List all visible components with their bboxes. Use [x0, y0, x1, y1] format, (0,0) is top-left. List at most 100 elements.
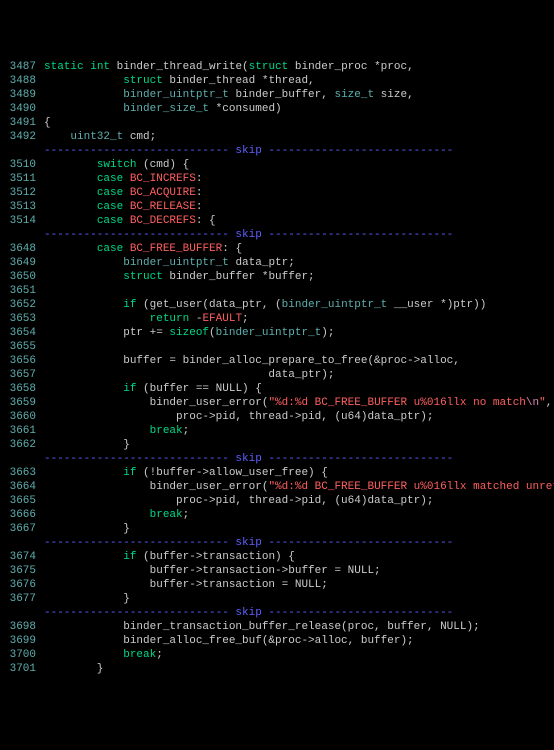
line-number: 3489 — [6, 88, 44, 102]
line-number: 3649 — [6, 256, 44, 270]
code-line: 3664 binder_user_error("%d:%d BC_FREE_BU… — [6, 480, 548, 494]
code-content: } — [44, 438, 548, 452]
code-line: 3648 case BC_FREE_BUFFER: { — [6, 242, 548, 256]
code-line: 3650 struct binder_buffer *buffer; — [6, 270, 548, 284]
code-line: 3674 if (buffer->transaction) { — [6, 550, 548, 564]
code-content: binder_alloc_free_buf(&proc->alloc, buff… — [44, 634, 548, 648]
code-content: buffer->transaction->buffer = NULL; — [44, 564, 548, 578]
code-content: } — [44, 662, 548, 676]
code-content: ---------------------------- skip ------… — [44, 536, 548, 550]
code-content: struct binder_thread *thread, — [44, 74, 548, 88]
line-number — [6, 144, 44, 158]
code-line: 3657 data_ptr); — [6, 368, 548, 382]
code-content: break; — [44, 508, 548, 522]
code-content: binder_user_error("%d:%d BC_FREE_BUFFER … — [44, 480, 554, 494]
code-content: } — [44, 522, 548, 536]
code-line: 3654 ptr += sizeof(binder_uintptr_t); — [6, 326, 548, 340]
line-number: 3514 — [6, 214, 44, 228]
code-line: 3651 — [6, 284, 548, 298]
code-content: ---------------------------- skip ------… — [44, 452, 548, 466]
code-content: case BC_INCREFS: — [44, 172, 548, 186]
line-number: 3699 — [6, 634, 44, 648]
line-number: 3698 — [6, 620, 44, 634]
code-content — [44, 340, 548, 354]
code-content: ---------------------------- skip ------… — [44, 144, 548, 158]
line-number: 3677 — [6, 592, 44, 606]
code-content: case BC_DECREFS: { — [44, 214, 548, 228]
line-number: 3488 — [6, 74, 44, 88]
code-line: 3663 if (!buffer->allow_user_free) { — [6, 466, 548, 480]
code-line: 3700 break; — [6, 648, 548, 662]
code-line: 3699 binder_alloc_free_buf(&proc->alloc,… — [6, 634, 548, 648]
code-content: data_ptr); — [44, 368, 548, 382]
line-number — [6, 606, 44, 620]
line-number: 3510 — [6, 158, 44, 172]
line-number: 3656 — [6, 354, 44, 368]
line-number: 3700 — [6, 648, 44, 662]
code-block: 3487static int binder_thread_write(struc… — [6, 60, 548, 676]
skip-separator: ---------------------------- skip ------… — [6, 606, 548, 620]
line-number: 3491 — [6, 116, 44, 130]
code-content: binder_uintptr_t binder_buffer, size_t s… — [44, 88, 548, 102]
code-line: 3511 case BC_INCREFS: — [6, 172, 548, 186]
code-content: { — [44, 116, 548, 130]
code-line: 3661 break; — [6, 424, 548, 438]
line-number — [6, 228, 44, 242]
code-line: 3666 break; — [6, 508, 548, 522]
code-content: case BC_FREE_BUFFER: { — [44, 242, 548, 256]
code-content: if (!buffer->allow_user_free) { — [44, 466, 548, 480]
line-number: 3659 — [6, 396, 44, 410]
skip-separator: ---------------------------- skip ------… — [6, 536, 548, 550]
code-line: 3510 switch (cmd) { — [6, 158, 548, 172]
code-content: break; — [44, 648, 548, 662]
code-content: struct binder_buffer *buffer; — [44, 270, 548, 284]
line-number: 3658 — [6, 382, 44, 396]
code-line: 3492 uint32_t cmd; — [6, 130, 548, 144]
code-content — [44, 284, 548, 298]
line-number: 3660 — [6, 410, 44, 424]
line-number: 3667 — [6, 522, 44, 536]
code-content: } — [44, 592, 548, 606]
code-line: 3701 } — [6, 662, 548, 676]
code-content: if (buffer->transaction) { — [44, 550, 548, 564]
code-content: case BC_ACQUIRE: — [44, 186, 548, 200]
code-content: switch (cmd) { — [44, 158, 548, 172]
code-line: 3675 buffer->transaction->buffer = NULL; — [6, 564, 548, 578]
line-number: 3655 — [6, 340, 44, 354]
line-number: 3648 — [6, 242, 44, 256]
code-line: 3676 buffer->transaction = NULL; — [6, 578, 548, 592]
line-number: 3512 — [6, 186, 44, 200]
line-number: 3487 — [6, 60, 44, 74]
code-line: 3488 struct binder_thread *thread, — [6, 74, 548, 88]
code-content: case BC_RELEASE: — [44, 200, 548, 214]
line-number: 3654 — [6, 326, 44, 340]
code-content: binder_user_error("%d:%d BC_FREE_BUFFER … — [44, 396, 552, 410]
line-number: 3666 — [6, 508, 44, 522]
code-line: 3649 binder_uintptr_t data_ptr; — [6, 256, 548, 270]
line-number — [6, 452, 44, 466]
code-content: proc->pid, thread->pid, (u64)data_ptr); — [44, 410, 548, 424]
code-content: static int binder_thread_write(struct bi… — [44, 60, 548, 74]
code-line: 3513 case BC_RELEASE: — [6, 200, 548, 214]
line-number: 3663 — [6, 466, 44, 480]
code-content: if (buffer == NULL) { — [44, 382, 548, 396]
line-number: 3662 — [6, 438, 44, 452]
code-content: ---------------------------- skip ------… — [44, 606, 548, 620]
code-line: 3514 case BC_DECREFS: { — [6, 214, 548, 228]
line-number — [6, 536, 44, 550]
line-number: 3674 — [6, 550, 44, 564]
code-line: 3677 } — [6, 592, 548, 606]
code-line: 3660 proc->pid, thread->pid, (u64)data_p… — [6, 410, 548, 424]
code-content: binder_uintptr_t data_ptr; — [44, 256, 548, 270]
code-line: 3491{ — [6, 116, 548, 130]
line-number: 3513 — [6, 200, 44, 214]
code-line: 3652 if (get_user(data_ptr, (binder_uint… — [6, 298, 548, 312]
code-line: 3655 — [6, 340, 548, 354]
code-content: ---------------------------- skip ------… — [44, 228, 548, 242]
line-number: 3651 — [6, 284, 44, 298]
code-content: break; — [44, 424, 548, 438]
line-number: 3511 — [6, 172, 44, 186]
code-line: 3698 binder_transaction_buffer_release(p… — [6, 620, 548, 634]
line-number: 3652 — [6, 298, 44, 312]
code-line: 3490 binder_size_t *consumed) — [6, 102, 548, 116]
